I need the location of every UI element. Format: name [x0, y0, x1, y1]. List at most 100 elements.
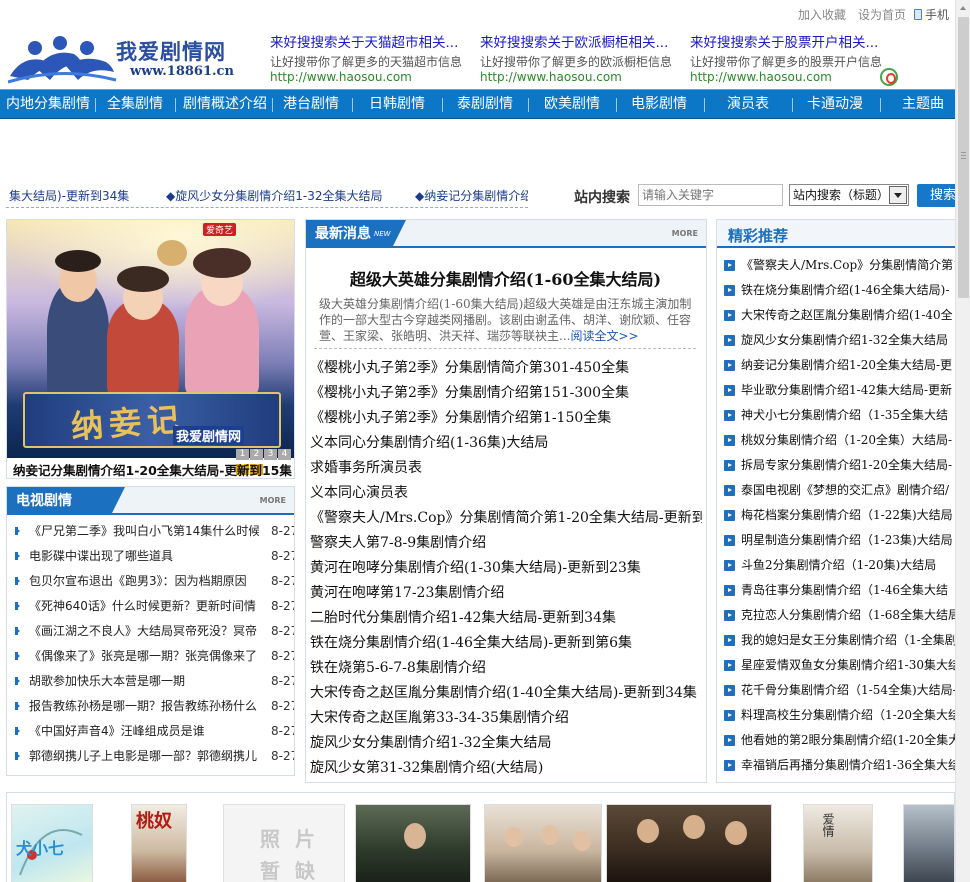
slide-dot[interactable]: 3 [264, 449, 277, 460]
featured-slideshow[interactable]: 纳妾记 我爱剧情网 爱奇艺 1 2 3 45 6 纳妾记分集剧情介绍1-20全集大结局-… [6, 219, 295, 479]
recommend-item[interactable]: 他看她的第2眼分集剧情介绍(1-20全集大 [724, 728, 955, 753]
list-item[interactable]: 《死神640话》什么时候更新？更新时间情 8-27 [15, 594, 294, 619]
nav-item-full-plot[interactable]: 全集剧情 [100, 90, 170, 118]
ticker-item[interactable]: ◆纳妾记分集剧情介绍 [415, 187, 528, 204]
news-item[interactable]: 《樱桃小丸子第2季》分集剧情介绍第1-150全集 [310, 406, 702, 431]
news-item[interactable]: 旋风少女第31-32集剧情介绍(大结局) [310, 756, 702, 781]
set-homepage-link[interactable]: 设为首页 [858, 6, 906, 23]
news-item[interactable]: 黄河在咆哮第17-23集剧情介绍 [310, 581, 702, 606]
scroll-thumb[interactable] [958, 17, 969, 298]
recommend-item[interactable]: 斗鱼2分集剧情介绍（1-20集)大结局 [724, 553, 955, 578]
nav-item-jpkr[interactable]: 日韩剧情 [362, 90, 432, 118]
thumbnail-poster[interactable] [903, 804, 954, 882]
recommend-item-title[interactable]: 纳妾记分集剧情介绍1-20全集大结局-更 [741, 353, 952, 378]
list-item-title[interactable]: 郭德纲携儿子上电影是哪一部？郭德纲携儿 [29, 744, 259, 769]
thumbnail-poster[interactable] [484, 804, 602, 882]
news-item[interactable]: 大宋传奇之赵匡胤第33-34-35集剧情介绍 [310, 706, 702, 731]
list-item-title[interactable]: 胡歌参加快乐大本营是哪一期 [29, 669, 259, 694]
slide-dot[interactable]: 2 [250, 449, 263, 460]
recommend-item[interactable]: 桃奴分集剧情介绍（1-20全集）大结局- [724, 428, 955, 453]
ad-block-3[interactable]: 来好搜搜索关于股票开户相关... 让好搜带你了解更多的股票开户信息 http:/… [690, 35, 900, 87]
news-item[interactable]: 《警察夫人/Mrs.Cop》分集剧情简介第1-20全集大结局-更新到 [310, 506, 702, 531]
add-favorite-link[interactable]: 加入收藏 [798, 6, 846, 23]
list-item-title[interactable]: 《死神640话》什么时候更新？更新时间情 [29, 594, 259, 619]
recommend-item-title[interactable]: 克拉恋人分集剧情介绍（1-68全集大结局 [741, 603, 955, 628]
recommend-item-title[interactable]: 花千骨分集剧情介绍（1-54全集)大结局- [741, 678, 955, 703]
recommend-item[interactable]: 梅花档案分集剧情介绍（1-22集)大结局 [724, 503, 955, 528]
recommend-item[interactable]: 铁在烧分集剧情介绍(1-46全集大结局)- [724, 278, 955, 303]
news-item[interactable]: 警察夫人第7-8-9集剧情介绍 [310, 531, 702, 556]
recommend-item[interactable]: 神犬小七分集剧情介绍（1-35全集大结 [724, 403, 955, 428]
list-item[interactable]: 《画江湖之不良人》大结局冥帝死没？冥帝 8-27 [15, 619, 294, 644]
tv-more-link[interactable]: MORE [260, 496, 286, 505]
list-item-title[interactable]: 包贝尔宣布退出《跑男3》：因为档期原因 [29, 569, 259, 594]
recommend-item-title[interactable]: 毕业歌分集剧情介绍1-42集大结局-更新 [741, 378, 952, 403]
slide-dot[interactable]: 1 [236, 449, 249, 460]
list-item[interactable]: 《尸兄第二季》我叫白小飞第14集什么时候 8-27 [15, 519, 294, 544]
ad-title[interactable]: 来好搜搜索关于欧派橱柜相关... [480, 35, 690, 52]
recommend-item[interactable]: 纳妾记分集剧情介绍1-20全集大结局-更 [724, 353, 955, 378]
recommend-item[interactable]: 星座爱情双鱼女分集剧情介绍1-30集大结 [724, 653, 955, 678]
news-item[interactable]: 二胎时代分集剧情介绍1-42集大结局-更新到34集 [310, 606, 702, 631]
slide-dot[interactable]: 4 [278, 449, 291, 460]
recommend-item[interactable]: 料理高校生分集剧情介绍（1-20全集大结 [724, 703, 955, 728]
site-logo[interactable]: 我爱剧情网 www.18861.cn [8, 36, 260, 84]
nav-item-theme-song[interactable]: 主题曲 [888, 90, 958, 118]
list-item[interactable]: 《中国好声音4》汪峰组成员是谁 8-27 [15, 719, 294, 744]
recommend-item-title[interactable]: 斗鱼2分集剧情介绍（1-20集)大结局 [741, 553, 936, 578]
recommend-item[interactable]: 幸福销后再播分集剧情介绍1-36全集大结 [724, 753, 955, 778]
list-item[interactable]: 胡歌参加快乐大本营是哪一期 8-27 [15, 669, 294, 694]
recommend-item[interactable]: 毕业歌分集剧情介绍1-42集大结局-更新 [724, 378, 955, 403]
recommend-item-title[interactable]: 青岛往事分集剧情介绍（1-46全集大结 [741, 578, 948, 603]
list-item[interactable]: 包贝尔宣布退出《跑男3》：因为档期原因 8-27 [15, 569, 294, 594]
news-item[interactable]: 《樱桃小丸子第2季》分集剧情简介第301-450全集 [310, 356, 702, 381]
ad-url[interactable]: http://www.haosou.com [270, 70, 480, 85]
thumbnail-poster[interactable] [606, 804, 772, 882]
recommend-item-title[interactable]: 幸福销后再播分集剧情介绍1-36全集大结 [741, 753, 955, 778]
search-input[interactable] [638, 184, 783, 206]
news-more-link[interactable]: MORE [672, 229, 698, 238]
list-item-title[interactable]: 《中国好声音4》汪峰组成员是谁 [29, 719, 259, 744]
thumbnail-poster[interactable]: 爱情 [803, 804, 873, 882]
list-item[interactable]: 电影碟中谍出现了哪些道具 8-27 [15, 544, 294, 569]
recommend-item-title[interactable]: 铁在烧分集剧情介绍(1-46全集大结局)- [741, 278, 949, 303]
recommend-item-title[interactable]: 泰国电视剧《梦想的交汇点》剧情介绍/ [741, 478, 949, 503]
search-scope-select[interactable]: 站内搜索（标题） [789, 184, 909, 206]
news-item[interactable]: 旋风少女分集剧情介绍1-32全集大结局 [310, 731, 702, 756]
mobile-link[interactable]: 手机 [914, 6, 949, 23]
page-scrollbar[interactable] [955, 0, 970, 882]
nav-item-cast[interactable]: 演员表 [713, 90, 783, 118]
news-item[interactable]: 黄河在咆哮分集剧情介绍(1-30集大结局)-更新到23集 [310, 556, 702, 581]
news-headline[interactable]: 超级大英雄分集剧情介绍(1-60全集大结局) [306, 266, 705, 290]
recommend-item-title[interactable]: 《警察夫人/Mrs.Cop》分集剧情简介第1- [741, 253, 955, 278]
recommend-item[interactable]: 旋风少女分集剧情介绍1-32全集大结局 [724, 328, 955, 353]
news-item[interactable]: 义本同心分集剧情介绍(1-36集)大结局 [310, 431, 702, 456]
scroll-up-icon[interactable] [956, 0, 970, 16]
recommend-item-title[interactable]: 旋风少女分集剧情介绍1-32全集大结局 [741, 328, 948, 353]
recommend-item[interactable]: 泰国电视剧《梦想的交汇点》剧情介绍/ [724, 478, 955, 503]
haosou-icon[interactable] [880, 68, 898, 86]
ad-url[interactable]: http://www.haosou.com [480, 70, 690, 85]
recommend-item-title[interactable]: 拆局专家分集剧情介绍1-20全集大结局- [741, 453, 952, 478]
thumbnail-poster[interactable]: 桃奴 [131, 804, 187, 882]
read-more-link[interactable]: 阅读全文>> [570, 329, 638, 343]
recommend-item[interactable]: 花千骨分集剧情介绍（1-54全集)大结局- [724, 678, 955, 703]
recommend-item-title[interactable]: 大宋传奇之赵匡胤分集剧情介绍(1-40全 [741, 303, 953, 328]
news-item[interactable]: 铁在烧第5-6-7-8集剧情介绍 [310, 656, 702, 681]
nav-item-thai[interactable]: 泰剧剧情 [450, 90, 520, 118]
news-item[interactable]: 义本同心演员表 [310, 481, 702, 506]
recommend-item[interactable]: 明星制造分集剧情介绍（1-23集)大结局 [724, 528, 955, 553]
news-item[interactable]: 求婚事务所演员表 [310, 456, 702, 481]
ticker-item[interactable]: ◆旋风少女分集剧情介绍1-32全集大结局 [166, 187, 382, 204]
ticker-item[interactable]: 集大结局)-更新到34集 [9, 187, 129, 204]
recommend-item-title[interactable]: 神犬小七分集剧情介绍（1-35全集大结 [741, 403, 948, 428]
nav-item-hktw[interactable]: 港台剧情 [276, 90, 346, 118]
nav-item-movie[interactable]: 电影剧情 [624, 90, 694, 118]
nav-item-western[interactable]: 欧美剧情 [537, 90, 607, 118]
featured-poster[interactable]: 纳妾记 我爱剧情网 爱奇艺 1 2 3 45 6 [7, 220, 294, 475]
nav-item-mainland[interactable]: 内地分集剧情 [6, 90, 92, 118]
recommend-item-title[interactable]: 桃奴分集剧情介绍（1-20全集）大结局- [741, 428, 952, 453]
ad-title[interactable]: 来好搜搜索关于天猫超市相关... [270, 35, 480, 52]
ad-url[interactable]: http://www.haosou.com [690, 70, 900, 85]
ad-block-1[interactable]: 来好搜搜索关于天猫超市相关... 让好搜带你了解更多的天猫超市信息 http:/… [270, 35, 480, 87]
